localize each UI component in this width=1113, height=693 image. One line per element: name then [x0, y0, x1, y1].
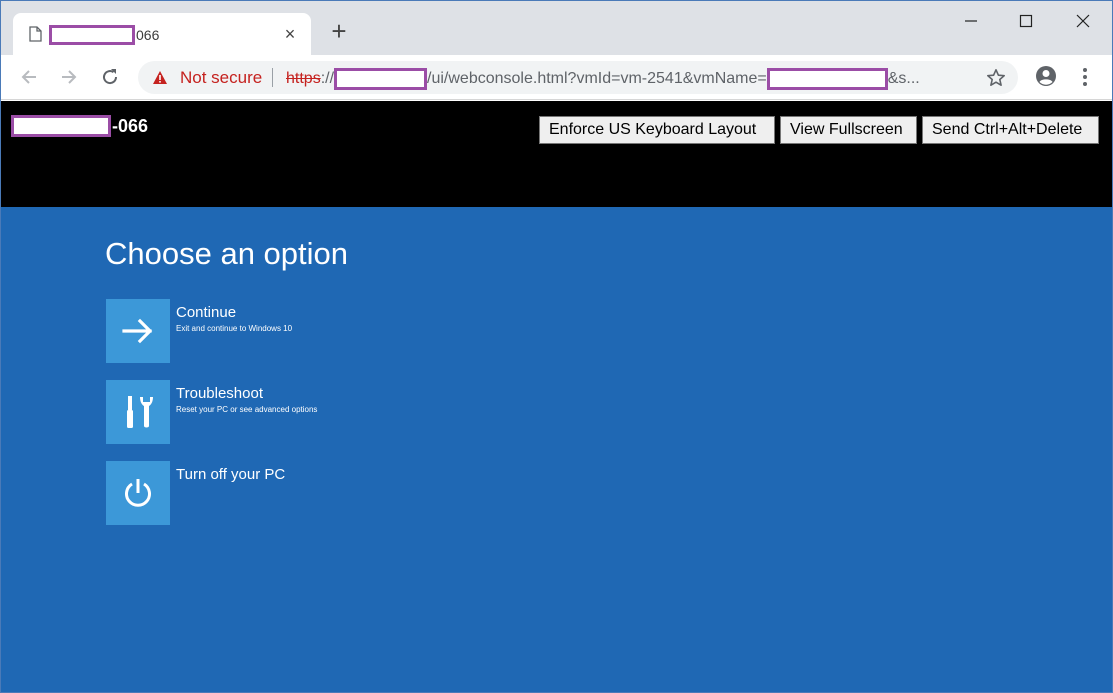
power-icon: [125, 479, 151, 507]
bookmark-star-icon[interactable]: [986, 68, 1006, 88]
option-continue[interactable]: Continue Exit and continue to Windows 10: [106, 299, 506, 363]
minimize-icon: [965, 20, 977, 22]
option-label: Troubleshoot: [176, 385, 263, 402]
document-icon: [29, 26, 42, 42]
browser-toolbar: Not secure https :// /ui/webconsole.html…: [1, 55, 1112, 100]
option-description: Reset your PC or see advanced options: [176, 405, 318, 414]
address-separator: [272, 68, 273, 87]
address-bar[interactable]: Not secure https :// /ui/webconsole.html…: [138, 61, 1018, 94]
reload-button[interactable]: [98, 65, 122, 89]
maximize-button[interactable]: [1006, 7, 1046, 35]
security-label[interactable]: Not secure: [180, 68, 262, 88]
recovery-screen: Choose an option Continue Exit and conti…: [1, 207, 1112, 692]
option-description: Exit and continue to Windows 10: [176, 324, 293, 333]
minimize-button[interactable]: [951, 7, 991, 35]
console-header: -066 Enforce US Keyboard Layout View Ful…: [1, 101, 1112, 207]
vm-title: -066: [11, 115, 148, 137]
vm-title-text: -066: [112, 115, 149, 136]
tab-title: 066: [49, 25, 159, 45]
url-scheme: https: [286, 70, 321, 87]
browser-window: 066 × + Not secure https:// /ui/webcons…: [0, 0, 1113, 693]
close-icon: [1076, 14, 1090, 28]
forward-button[interactable]: [57, 65, 81, 89]
tab-close-button[interactable]: ×: [281, 25, 299, 43]
url-scheme-separator: ://: [320, 70, 335, 87]
option-tile[interactable]: [106, 380, 170, 444]
browser-tab[interactable]: 066 ×: [13, 13, 311, 55]
option-turn-off[interactable]: Turn off your PC: [106, 461, 506, 525]
arrow-left-icon: [21, 70, 36, 84]
arrow-right-icon: [122, 318, 153, 344]
view-fullscreen-button[interactable]: View Fullscreen: [780, 116, 917, 144]
redaction-box: [49, 25, 135, 45]
tools-icon: [127, 396, 153, 428]
tab-title-text: 066: [136, 27, 160, 43]
option-label: Turn off your PC: [176, 466, 286, 483]
arrow-right-icon: [62, 70, 77, 84]
new-tab-button[interactable]: +: [327, 18, 351, 44]
reload-icon: [103, 69, 118, 85]
redaction-box: [766, 68, 888, 90]
url-text: https :// /ui/webconsole.html?vmId=vm-25…: [286, 68, 920, 90]
back-button[interactable]: [17, 65, 41, 89]
url-tail: &s...: [887, 70, 920, 87]
option-label: Continue: [176, 304, 237, 321]
url-path: /ui/webconsole.html?vmId=vm-2541&vmName=: [427, 70, 767, 87]
option-troubleshoot[interactable]: Troubleshoot Reset your PC or see advanc…: [106, 380, 506, 444]
page-title: Choose an option: [105, 236, 349, 271]
maximize-icon: [1019, 14, 1033, 28]
redaction-box: [11, 115, 111, 137]
redaction-box: [334, 68, 428, 90]
option-tile[interactable]: [106, 461, 170, 525]
tab-strip: 066 × +: [1, 1, 1112, 55]
enforce-us-keyboard-button[interactable]: Enforce US Keyboard Layout: [539, 116, 775, 144]
menu-dots-icon[interactable]: [1077, 66, 1093, 88]
warning-icon: [153, 71, 167, 84]
option-tile[interactable]: [106, 299, 170, 363]
send-ctrl-alt-delete-button[interactable]: Send Ctrl+Alt+Delete: [922, 116, 1099, 144]
window-close-button[interactable]: [1063, 7, 1103, 35]
profile-icon[interactable]: [1035, 65, 1057, 87]
